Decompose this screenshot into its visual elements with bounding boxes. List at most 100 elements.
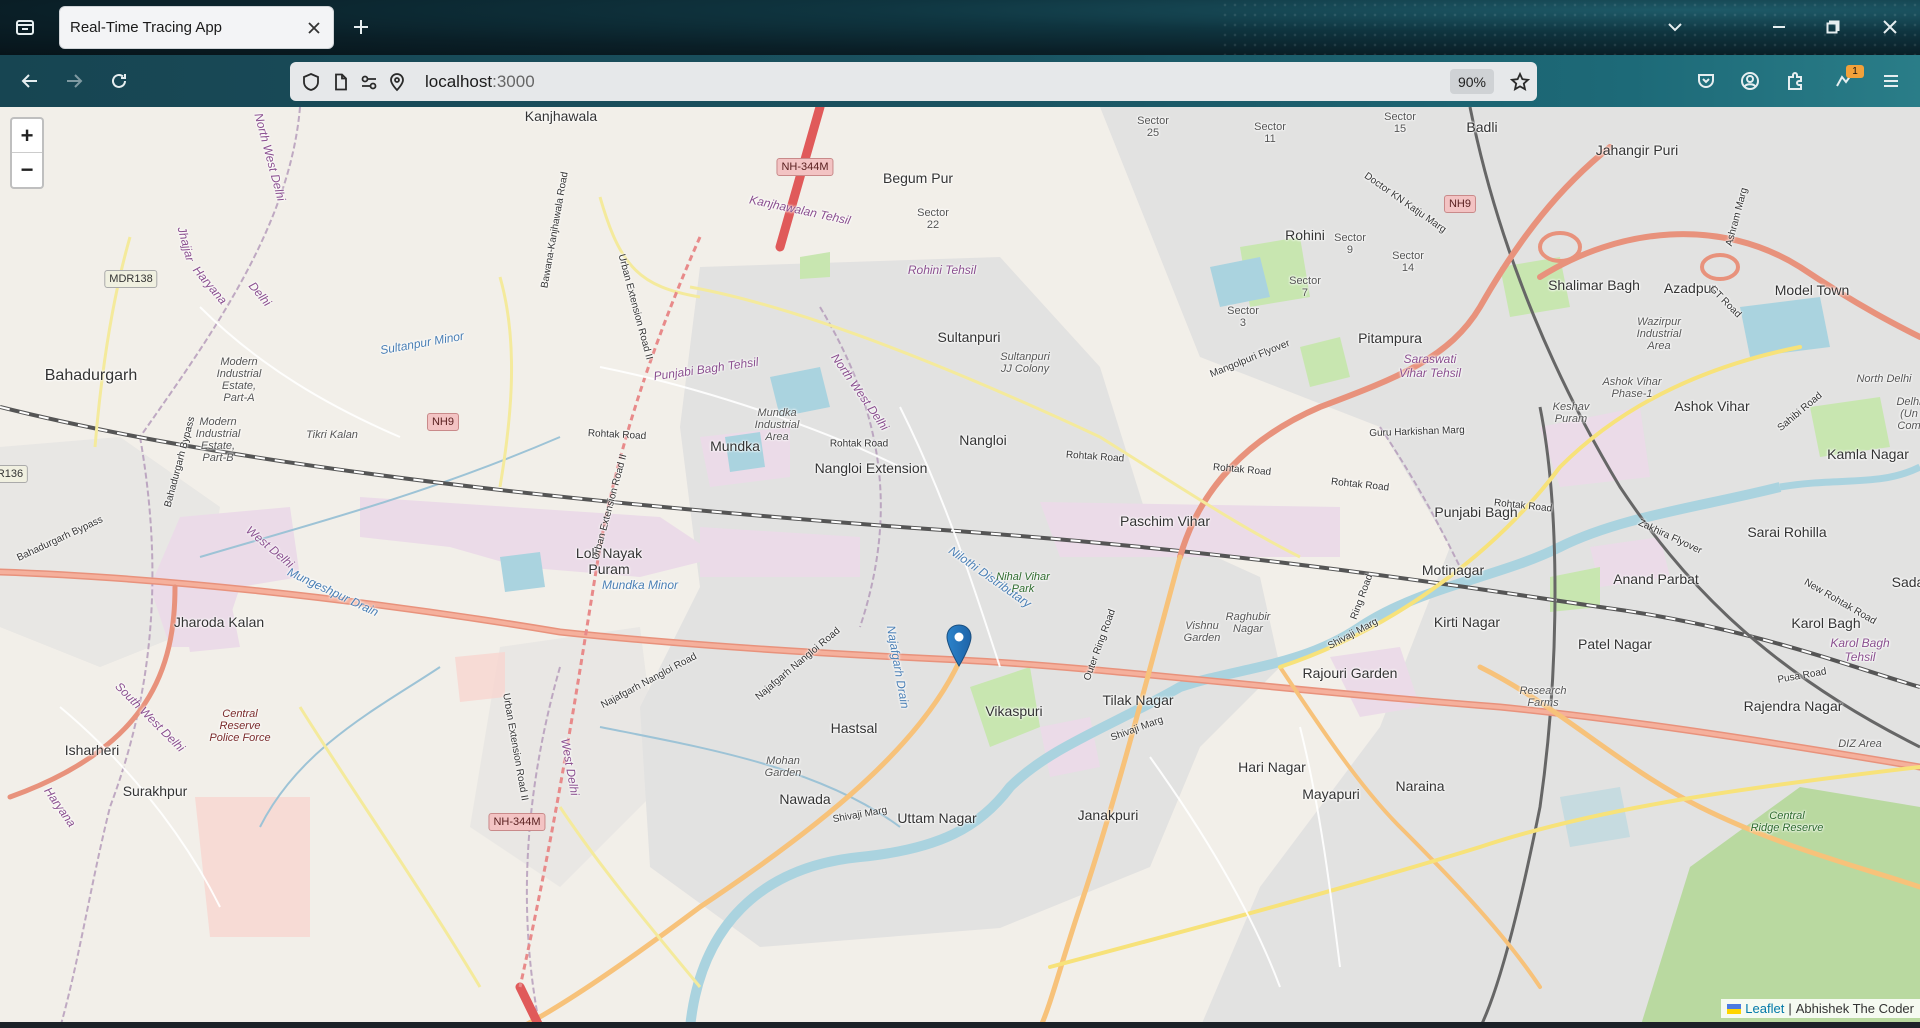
place-label: Kamla Nagar — [1827, 446, 1909, 462]
tracking-protection-button[interactable] — [300, 71, 322, 93]
area-label: Modern Industrial Estate, Part-A — [216, 356, 262, 404]
area-label: Wazirpur Industrial Area — [1636, 316, 1682, 352]
place-label: Lok Nayak Puram — [575, 545, 643, 577]
window-bottom-edge — [0, 1022, 1920, 1028]
leaflet-link[interactable]: Leaflet — [1745, 1001, 1784, 1016]
place-label: Badli — [1466, 119, 1498, 135]
road-shield: R136 — [0, 465, 29, 483]
area-label: Tikri Kalan — [306, 429, 358, 441]
forward-button[interactable] — [60, 67, 88, 95]
place-label: Karol Bagh — [1791, 615, 1861, 631]
sector-label: Sector 25 — [1137, 115, 1169, 139]
chevron-down-icon — [1668, 23, 1682, 32]
bookmark-button[interactable] — [1509, 71, 1531, 93]
map-attribution: Leaflet | Abhishek The Coder — [1721, 999, 1920, 1018]
place-label: Nawada — [779, 791, 831, 807]
star-icon — [1510, 72, 1530, 91]
location-marker[interactable] — [946, 624, 972, 668]
tab-close-button[interactable] — [303, 17, 325, 39]
sector-label: Sector 22 — [917, 207, 949, 231]
place-label: Tilak Nagar — [1102, 692, 1174, 708]
road-shield: NH9 — [1443, 195, 1477, 213]
place-label: Model Town — [1774, 282, 1850, 298]
road-shield: NH-344M — [776, 158, 834, 176]
place-label: Motinagar — [1421, 562, 1485, 578]
place-label: Paschim Vihar — [1119, 513, 1211, 529]
place-label: Mayapuri — [1302, 786, 1360, 802]
reload-button[interactable] — [105, 67, 133, 95]
sector-label: Sector 14 — [1392, 250, 1424, 274]
zoom-level-badge[interactable]: 90% — [1450, 69, 1494, 94]
area-label: Research Farms — [1519, 685, 1567, 709]
place-label: Jharoda Kalan — [173, 614, 265, 630]
zoom-out-button[interactable]: − — [12, 153, 42, 186]
map-pin-icon — [946, 624, 972, 667]
sector-label: Sector 9 — [1334, 232, 1366, 256]
permissions-button[interactable] — [358, 71, 380, 93]
district-label: Karol Bagh Tehsil — [1830, 636, 1890, 664]
plus-icon — [354, 20, 368, 34]
location-icon — [390, 73, 404, 92]
place-label: Kanjhawala — [524, 108, 598, 124]
arrow-right-icon — [67, 74, 83, 88]
place-label: Patel Nagar — [1578, 636, 1652, 652]
back-button[interactable] — [16, 67, 44, 95]
road-shield: NH9 — [426, 413, 460, 431]
district-label: Rohini Tehsil — [907, 263, 977, 277]
place-label: Mundka — [710, 438, 760, 454]
account-button[interactable] — [1736, 67, 1764, 95]
map-container[interactable]: Kanjhawala Begum Pur Badli Jahangir Puri… — [0, 107, 1920, 1028]
park-label: Nihal Vihar Park — [996, 571, 1050, 595]
new-tab-button[interactable] — [348, 14, 374, 40]
place-label: Pitampura — [1358, 330, 1422, 346]
place-label: Jahangir Puri — [1595, 142, 1679, 158]
area-label: Vishnu Garden — [1183, 620, 1221, 644]
place-label: Surakhpur — [122, 783, 188, 799]
place-label: Hastsal — [830, 720, 878, 736]
page-info-button[interactable] — [330, 71, 352, 93]
minimize-button[interactable] — [1766, 14, 1792, 40]
reload-icon — [112, 73, 126, 88]
restore-button[interactable] — [1820, 14, 1846, 40]
place-label: Janakpuri — [1077, 807, 1139, 823]
save-to-pocket-button[interactable] — [1692, 67, 1720, 95]
place-label: Bahadurgarh — [44, 367, 138, 384]
close-icon — [1883, 20, 1897, 34]
attribution-separator: | — [1788, 1001, 1792, 1016]
extension-badge: 1 — [1846, 65, 1864, 78]
area-label: Raghubir Nagar — [1225, 611, 1271, 635]
extensions-button[interactable] — [1781, 67, 1809, 95]
account-icon — [1741, 72, 1759, 90]
place-label: Begum Pur — [882, 170, 954, 186]
place-label: Ashok Vihar — [1674, 398, 1750, 414]
road-shield: NH-344M — [488, 813, 546, 831]
permissions-icon — [361, 75, 377, 90]
place-label: Rajouri Garden — [1302, 665, 1398, 681]
url-text[interactable]: localhost:3000 — [425, 72, 535, 92]
active-tab[interactable]: Real-Time Tracing App — [59, 6, 334, 49]
minimize-icon — [1773, 26, 1785, 28]
place-label: Nangloi — [959, 432, 1007, 448]
location-permission-button[interactable] — [386, 71, 408, 93]
area-label: Sultanpuri JJ Colony — [1000, 351, 1050, 375]
district-label: Saraswati Vihar Tehsil — [1398, 352, 1462, 380]
url-host: localhost — [425, 72, 493, 91]
puzzle-icon — [1788, 72, 1802, 90]
sector-label: Sector 7 — [1289, 275, 1321, 299]
place-label: Shalimar Bagh — [1548, 277, 1640, 293]
road-shield: MDR138 — [104, 270, 158, 288]
url-bar[interactable]: localhost:3000 90% — [290, 62, 1537, 101]
pocket-icon — [1698, 74, 1714, 88]
shield-icon — [303, 73, 319, 91]
place-label: Naraina — [1395, 778, 1445, 794]
app-menu-button[interactable] — [1877, 67, 1905, 95]
list-all-tabs-button[interactable] — [1662, 14, 1688, 40]
place-label: Rohini — [1285, 227, 1325, 243]
place-label: Anand Parbat — [1613, 571, 1699, 587]
close-icon — [308, 22, 320, 34]
zoom-in-button[interactable]: + — [12, 119, 42, 153]
close-window-button[interactable] — [1877, 14, 1903, 40]
area-label: Delhi (Un Com — [1896, 396, 1920, 432]
tab-list-button[interactable] — [12, 14, 38, 40]
place-label: Sarai Rohilla — [1747, 524, 1827, 540]
